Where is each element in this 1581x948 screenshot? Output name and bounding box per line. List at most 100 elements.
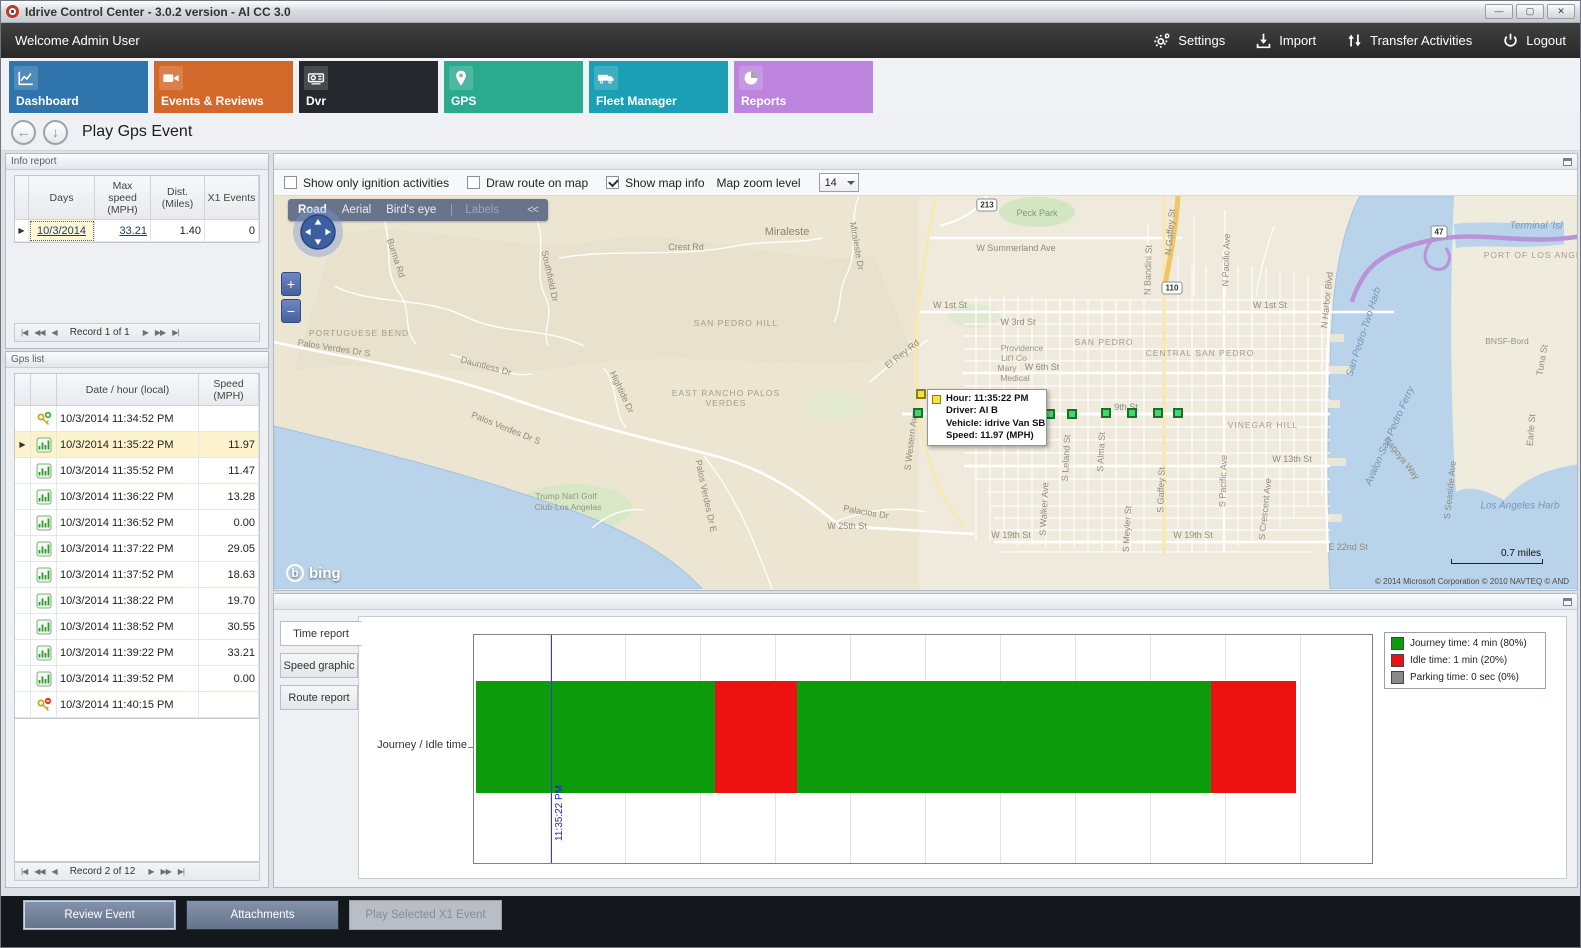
pager-last-icon[interactable]: ▶| <box>178 867 184 876</box>
checkbox[interactable] <box>284 176 297 189</box>
nav-tile-fleet-manager[interactable]: Fleet Manager <box>589 61 728 113</box>
gps-list-row[interactable]: 10/3/2014 11:37:52 PM18.63 <box>15 562 259 588</box>
gps-list-row[interactable]: 10/3/2014 11:38:52 PM30.55 <box>15 614 259 640</box>
gps-speed: 11.47 <box>199 458 259 484</box>
pager-first-icon[interactable]: |◀ <box>21 867 27 876</box>
pager-next-page-icon[interactable]: ▶▶ <box>160 867 170 876</box>
gps-marker[interactable] <box>1153 408 1163 418</box>
map[interactable]: MiralestePeck ParkW Summerland AveCrest … <box>274 196 1577 590</box>
gps-datetime: 10/3/2014 11:36:22 PM <box>57 484 199 510</box>
map-style-labels[interactable]: Labels <box>451 204 499 216</box>
map-scale-text: 0.7 miles <box>1451 548 1543 559</box>
pager-next-icon[interactable]: ▶ <box>143 328 148 337</box>
map-zoom-value: 14 <box>825 177 837 189</box>
bing-icon: b <box>286 564 304 582</box>
nav-tile-dvr[interactable]: Dvr <box>299 61 438 113</box>
map-option[interactable]: Show only ignition activities <box>284 176 449 190</box>
gps-list-row[interactable]: 10/3/2014 11:36:52 PM0.00 <box>15 510 259 536</box>
pager-prev-page-icon[interactable]: ◀◀ <box>34 328 44 337</box>
tab-speed-graphic[interactable]: Speed graphic <box>280 653 358 678</box>
pager-prev-page-icon[interactable]: ◀◀ <box>34 867 44 876</box>
checkbox[interactable] <box>467 176 480 189</box>
column-header: X1 Events <box>205 176 259 220</box>
gps-list-empty-area <box>14 719 260 862</box>
gps-list-row[interactable]: 10/3/2014 11:35:52 PM11.47 <box>15 458 259 484</box>
gps-list-row[interactable]: 10/3/2014 11:37:22 PM29.05 <box>15 536 259 562</box>
power-icon <box>1502 32 1519 49</box>
pager-prev-icon[interactable]: ◀ <box>52 328 57 337</box>
gps-marker[interactable] <box>1101 408 1111 418</box>
time-report-content: Time reportSpeed graphicRoute report Jou… <box>274 610 1577 887</box>
back-button[interactable]: ← <box>11 120 36 145</box>
footer-attachments-button[interactable]: Attachments <box>186 900 339 930</box>
window-titlebar[interactable]: Idrive Control Center - 3.0.2 version - … <box>1 1 1580 23</box>
maximize-button[interactable]: ▢ <box>1516 4 1544 19</box>
gps-list-row[interactable]: 10/3/2014 11:34:52 PM <box>15 406 259 432</box>
gps-datetime: 10/3/2014 11:39:22 PM <box>57 640 199 666</box>
map-tooltip: Hour: 11:35:22 PMDriver: Al BVehicle: id… <box>927 389 1047 446</box>
row-state-cell: ▶ <box>15 432 31 458</box>
pager-next-page-icon[interactable]: ▶▶ <box>155 328 165 337</box>
map-zoom-select[interactable]: 14 <box>819 173 859 192</box>
map-zoom-label: Map zoom level <box>717 176 801 190</box>
topbar-transfer-activities-button[interactable]: Transfer Activities <box>1346 32 1472 49</box>
info-report-row[interactable]: ▶ 10/3/2014 33.21 1.40 0 <box>15 220 259 242</box>
map-option[interactable]: Draw route on map <box>467 176 588 190</box>
time-marker-line[interactable] <box>551 635 552 863</box>
expand-panel-icon[interactable] <box>1563 598 1572 606</box>
gps-list-row[interactable]: 10/3/2014 11:38:22 PM19.70 <box>15 588 259 614</box>
collapse-header-button[interactable]: ↓ <box>43 120 68 145</box>
max-speed-link[interactable]: 33.21 <box>119 225 147 237</box>
nav-tile-label: Reports <box>741 94 786 108</box>
checkbox[interactable] <box>606 176 619 189</box>
gps-list-row[interactable]: 10/3/2014 11:36:22 PM13.28 <box>15 484 259 510</box>
footer-buttons: Review EventAttachmentsPlay Selected X1 … <box>1 896 1580 947</box>
gps-list-row[interactable]: 10/3/2014 11:40:15 PM <box>15 692 259 718</box>
info-report-panel: Info report DaysMax speed (MPH)Dist. (Mi… <box>5 153 269 349</box>
pager-first-icon[interactable]: |◀ <box>21 328 27 337</box>
topbar-action-label: Logout <box>1526 33 1566 48</box>
left-arrow-icon: ← <box>17 124 31 140</box>
map-zoom-in-button[interactable]: + <box>281 272 301 296</box>
footer-review-event-button[interactable]: Review Event <box>23 900 176 930</box>
topbar-import-button[interactable]: Import <box>1255 32 1316 49</box>
gps-marker[interactable] <box>1173 408 1183 418</box>
nav-tile-reports[interactable]: Reports <box>734 61 873 113</box>
map-compass-control[interactable] <box>292 206 344 258</box>
gps-marker-selected[interactable] <box>916 389 926 399</box>
nav-tile-gps[interactable]: GPS <box>444 61 583 113</box>
gps-list-row[interactable]: ▶10/3/2014 11:35:22 PM11.97 <box>15 432 259 458</box>
topbar-logout-button[interactable]: Logout <box>1502 32 1566 49</box>
max-speed-cell[interactable]: 33.21 <box>95 220 151 242</box>
topbar-settings-button[interactable]: Settings <box>1154 32 1225 49</box>
map-style-bird-s-eye[interactable]: Bird's eye <box>386 204 436 216</box>
nav-tile-events-reviews[interactable]: Events & Reviews <box>154 61 293 113</box>
pager-last-icon[interactable]: ▶| <box>172 328 178 337</box>
map-style-aerial[interactable]: Aerial <box>342 204 371 216</box>
gps-speed: 29.05 <box>199 536 259 562</box>
close-button[interactable]: ✕ <box>1547 4 1575 19</box>
nav-tile-dashboard[interactable]: Dashboard <box>9 61 148 113</box>
days-cell[interactable]: 10/3/2014 <box>29 220 95 242</box>
gps-marker[interactable] <box>1127 408 1137 418</box>
gps-marker[interactable] <box>1067 409 1077 419</box>
gps-list-row[interactable]: 10/3/2014 11:39:22 PM33.21 <box>15 640 259 666</box>
map-pin-icon <box>449 66 473 90</box>
pager-next-icon[interactable]: ▶ <box>148 867 153 876</box>
gps-marker[interactable] <box>913 408 923 418</box>
minimize-button[interactable]: — <box>1485 4 1513 19</box>
tooltip-line: Driver: Al B <box>946 405 1042 417</box>
days-link[interactable]: 10/3/2014 <box>37 225 86 237</box>
tab-route-report[interactable]: Route report <box>280 685 358 710</box>
timeline-segment-journey <box>476 681 715 793</box>
collapse-map-menu-button[interactable]: << <box>527 204 538 216</box>
expand-panel-icon[interactable] <box>1563 158 1572 166</box>
gps-list-row[interactable]: 10/3/2014 11:39:52 PM0.00 <box>15 666 259 692</box>
pager-prev-icon[interactable]: ◀ <box>52 867 57 876</box>
tab-time-report[interactable]: Time report <box>280 621 362 646</box>
column-header <box>31 374 57 406</box>
import-arrow-icon <box>1255 32 1272 49</box>
ignition-on-icon <box>31 406 57 432</box>
map-option[interactable]: Show map info <box>606 176 704 190</box>
map-zoom-out-button[interactable]: − <box>281 299 301 323</box>
